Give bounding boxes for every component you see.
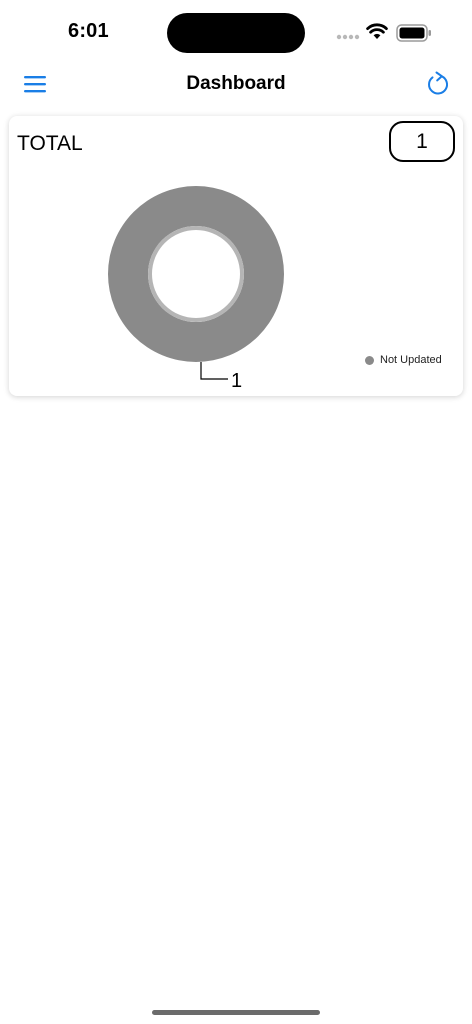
cellular-signal-icon xyxy=(336,34,360,40)
status-bar: 6:01 xyxy=(0,0,472,60)
donut-inner-ring xyxy=(148,226,244,322)
battery-icon xyxy=(396,24,431,42)
refresh-button[interactable] xyxy=(424,68,452,98)
data-label: 1 xyxy=(231,370,242,392)
wifi-icon xyxy=(366,23,388,39)
pie-slice-not-updated[interactable] xyxy=(108,186,284,362)
total-card: TOTAL 1 1 Not Updated xyxy=(9,116,463,396)
home-indicator xyxy=(152,1010,320,1015)
legend-label: Not Updated xyxy=(380,354,442,366)
legend-swatch xyxy=(365,355,374,365)
status-time: 6:01 xyxy=(68,20,109,42)
chart-legend: Not Updated xyxy=(365,354,442,366)
dynamic-island xyxy=(167,13,305,53)
page-title: Dashboard xyxy=(186,73,286,94)
navigation-bar: Dashboard xyxy=(0,60,472,106)
refresh-icon xyxy=(428,71,449,95)
data-label-leader-line xyxy=(200,362,228,380)
